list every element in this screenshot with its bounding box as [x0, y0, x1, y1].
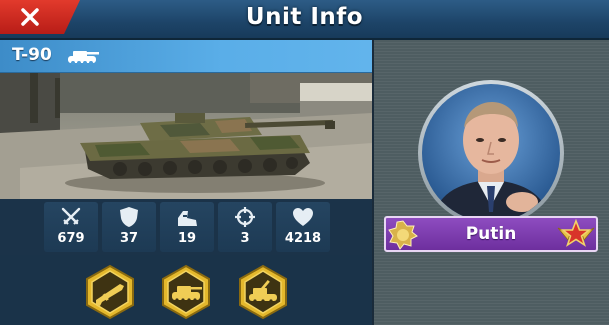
crosshair-icon — [235, 207, 255, 227]
stat-defense: 37 — [102, 202, 156, 252]
tank-model-image — [0, 73, 372, 199]
star-wings-rank-icon — [557, 218, 595, 247]
stat-value: 3 — [240, 231, 250, 246]
crossed-swords-icon — [61, 207, 81, 225]
boot-icon — [178, 211, 197, 226]
stat-value: 19 — [177, 231, 197, 246]
commander-name-plate: Putin — [384, 216, 598, 252]
stat-health: 4218 — [276, 202, 330, 252]
artillery-skill-icon — [239, 264, 287, 320]
stat-attack: 679 — [44, 202, 98, 252]
unit-panel: T-90 679 37 19 3 4218 — [0, 40, 372, 325]
commander-portrait-image — [432, 102, 550, 222]
stat-value: 679 — [57, 231, 85, 246]
stat-movement: 19 — [160, 202, 214, 252]
commander-portrait-frame — [418, 80, 564, 226]
stat-value: 4218 — [284, 231, 322, 246]
skills-row — [0, 255, 372, 325]
header-bar: Unit Info — [0, 0, 609, 40]
commander-portrait — [422, 84, 560, 222]
stat-range: 3 — [218, 202, 272, 252]
commander-panel: Putin — [374, 40, 609, 325]
stats-row: 679 37 19 3 4218 — [0, 199, 372, 255]
stat-value: 37 — [119, 231, 139, 246]
unit-preview-scene — [0, 73, 372, 199]
rifle-skill-icon — [86, 264, 134, 320]
unit-name-bar: T-90 — [0, 40, 372, 73]
skill-slot-rifle[interactable] — [84, 264, 136, 320]
shield-icon — [120, 207, 138, 227]
skill-slot-artillery[interactable] — [237, 264, 289, 320]
tank-skill-icon — [162, 264, 210, 320]
tank-icon — [68, 51, 99, 65]
page-title: Unit Info — [245, 4, 364, 30]
skill-slot-tank[interactable] — [160, 264, 212, 320]
heart-icon — [293, 208, 313, 226]
unit-name: T-90 — [12, 45, 52, 65]
